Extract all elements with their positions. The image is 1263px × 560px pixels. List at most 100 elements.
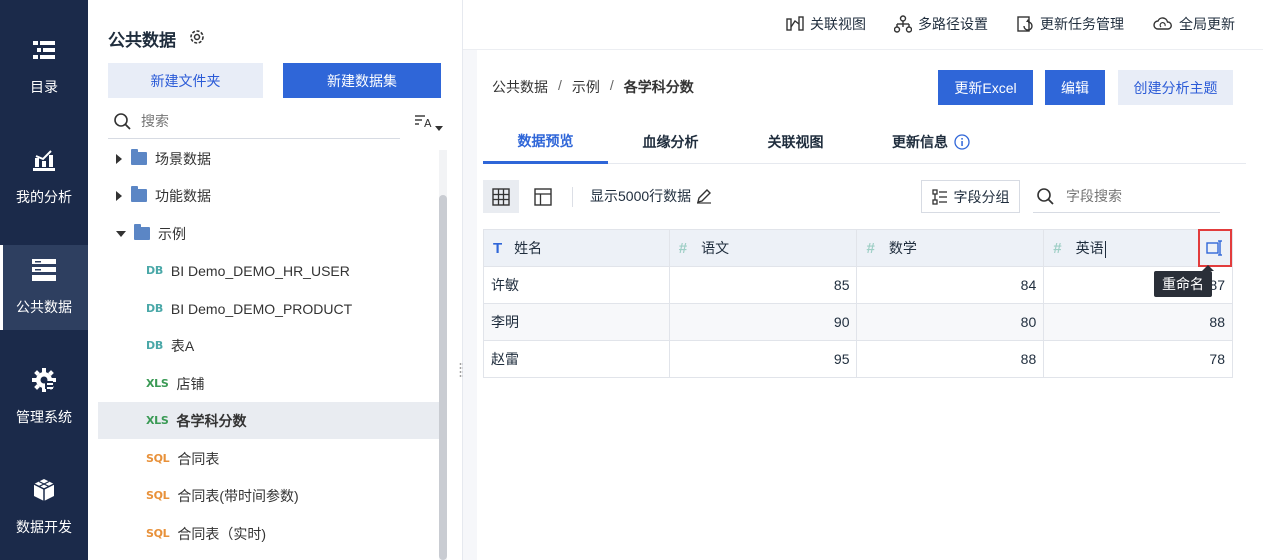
tab-lineage[interactable]: 血缘分析 <box>623 120 718 164</box>
tree-item-label: 合同表 <box>177 450 220 467</box>
show-rows-control[interactable]: 显示5000行数据 <box>590 186 712 206</box>
edit-pencil-icon[interactable] <box>696 188 712 204</box>
number-type-icon: # <box>866 240 875 257</box>
nav-item-data-dev[interactable]: 数据开发 <box>0 477 88 560</box>
tree-item-folder[interactable]: 场景数据 <box>98 140 439 177</box>
caret-right-icon[interactable] <box>116 190 122 201</box>
nav-item-admin-system[interactable]: 管理系统 <box>0 367 88 452</box>
tree-item-table[interactable]: DB BI Demo_DEMO_PRODUCT <box>98 290 439 327</box>
sql-table-icon: SQL <box>146 489 170 502</box>
folder-icon <box>131 186 147 202</box>
tree-item-label: 合同表(带时间参数) <box>177 487 299 504</box>
column-name: 英语 <box>1075 240 1104 256</box>
tree-search-input[interactable] <box>141 113 381 129</box>
sort-icon[interactable]: A <box>413 112 445 134</box>
field-group-label: 字段分组 <box>953 188 1010 205</box>
update-excel-button[interactable]: 更新Excel <box>938 70 1033 105</box>
column-name: 姓名 <box>514 240 543 256</box>
number-type-icon: # <box>678 240 688 257</box>
tree-item-table[interactable]: DB 表A <box>98 327 439 364</box>
table-cell[interactable]: 赵雷 <box>483 340 670 378</box>
tree-item-label: 店铺 <box>176 375 205 392</box>
new-dataset-button[interactable]: 新建数据集 <box>283 63 441 98</box>
data-dev-cube-icon <box>31 477 57 503</box>
tree-item-table-selected[interactable]: XLS 各学科分数 <box>98 402 439 439</box>
cloud-refresh-icon <box>1153 17 1172 30</box>
grid-view-button[interactable] <box>483 180 519 213</box>
tab-update-info[interactable]: 更新信息 <box>881 120 981 164</box>
table-cell[interactable]: 许敏 <box>483 266 670 304</box>
table-cell[interactable]: 90 <box>668 303 858 341</box>
left-nav: 目录 我的分析 公共数据 管理系统 数据开发 <box>0 0 88 560</box>
excel-table-icon: XLS <box>146 377 169 390</box>
svg-text:A: A <box>424 117 432 130</box>
tree-item-folder[interactable]: 功能数据 <box>98 177 439 214</box>
tree-search <box>108 104 400 139</box>
caret-down-icon[interactable] <box>116 230 126 237</box>
breadcrumb-item[interactable]: 公共数据 <box>492 77 548 97</box>
table-cell[interactable]: 李明 <box>483 303 670 341</box>
column-header[interactable]: T 姓名 <box>483 229 670 267</box>
settings-gear-icon[interactable] <box>188 28 206 46</box>
table-cell[interactable]: 88 <box>856 340 1045 378</box>
task-refresh-icon <box>1017 16 1033 32</box>
table-cell[interactable]: 88 <box>1043 303 1233 341</box>
db-table-icon: DB <box>146 302 163 315</box>
table-cell[interactable]: 85 <box>668 266 858 304</box>
catalog-icon <box>31 37 57 63</box>
info-icon[interactable] <box>954 134 970 150</box>
table-cell[interactable]: 78 <box>1043 340 1233 378</box>
global-update-button[interactable]: 全局更新 <box>1153 14 1235 34</box>
rename-button[interactable] <box>1198 229 1232 267</box>
column-header-editing[interactable]: # 英语 <box>1043 229 1233 267</box>
breadcrumb-current: 各学科分数 <box>623 79 694 95</box>
table-cell[interactable]: 80 <box>856 303 1045 341</box>
multi-path-button[interactable]: 多路径设置 <box>894 14 988 34</box>
public-data-icon <box>31 257 57 283</box>
caret-right-icon[interactable] <box>116 153 122 164</box>
admin-gear-icon <box>31 367 57 393</box>
nav-item-catalog[interactable]: 目录 <box>0 37 88 122</box>
tab-data-preview[interactable]: 数据预览 <box>483 120 608 164</box>
breadcrumb-separator: / <box>609 77 614 93</box>
tab-related-view[interactable]: 关联视图 <box>748 120 843 164</box>
sql-table-icon: SQL <box>146 452 170 465</box>
multi-path-label: 多路径设置 <box>918 16 988 32</box>
field-group-button[interactable]: 字段分组 <box>921 180 1020 213</box>
tree-panel: 公共数据 新建文件夹 新建数据集 A 场景数据 功能数据 示例 DB BI De… <box>88 0 463 560</box>
column-header[interactable]: # 语文 <box>668 229 858 267</box>
table-row: 许敏 85 84 87 <box>483 266 1233 304</box>
layout-icon <box>534 187 552 206</box>
related-view-button[interactable]: 关联视图 <box>786 14 866 34</box>
column-header[interactable]: # 数学 <box>856 229 1045 267</box>
nav-item-my-analysis[interactable]: 我的分析 <box>0 147 88 232</box>
tree-item-table[interactable]: XLS 店铺 <box>98 365 439 402</box>
multi-path-icon <box>894 15 912 33</box>
tree-item-label: BI Demo_DEMO_HR_USER <box>170 262 350 279</box>
table-cell[interactable]: 84 <box>856 266 1045 304</box>
field-group-icon <box>931 188 947 205</box>
tree-item-label: 合同表（实时) <box>177 525 267 542</box>
new-folder-button[interactable]: 新建文件夹 <box>108 63 263 98</box>
table-header-row: T 姓名 # 语文 # 数学 # 英语 <box>483 229 1233 267</box>
folder-icon <box>131 149 147 165</box>
edit-button[interactable]: 编辑 <box>1045 70 1105 105</box>
tree-item-label: BI Demo_DEMO_PRODUCT <box>170 300 353 317</box>
field-search-input[interactable] <box>1066 188 1206 204</box>
table-cell[interactable]: 95 <box>668 340 858 378</box>
tree-item-folder[interactable]: 示例 <box>98 215 439 252</box>
tree-item-label: 表A <box>170 337 195 354</box>
breadcrumb-item[interactable]: 示例 <box>572 77 600 97</box>
layout-view-button[interactable] <box>525 180 561 213</box>
db-table-icon: DB <box>146 339 163 352</box>
task-management-button[interactable]: 更新任务管理 <box>1016 14 1124 34</box>
nav-item-public-data[interactable]: 公共数据 <box>0 245 88 330</box>
rename-icon <box>1206 240 1222 256</box>
tree-item-table[interactable]: SQL 合同表 <box>98 440 439 477</box>
tree-item-table[interactable]: SQL 合同表（实时) <box>98 515 439 552</box>
breadcrumb-separator: / <box>558 77 562 93</box>
tree-item-table[interactable]: SQL 合同表(带时间参数) <box>98 477 439 514</box>
tree-item-table[interactable]: DB BI Demo_DEMO_HR_USER <box>98 252 439 289</box>
create-topic-button[interactable]: 创建分析主题 <box>1118 70 1233 105</box>
scrollbar-thumb[interactable] <box>439 195 447 560</box>
